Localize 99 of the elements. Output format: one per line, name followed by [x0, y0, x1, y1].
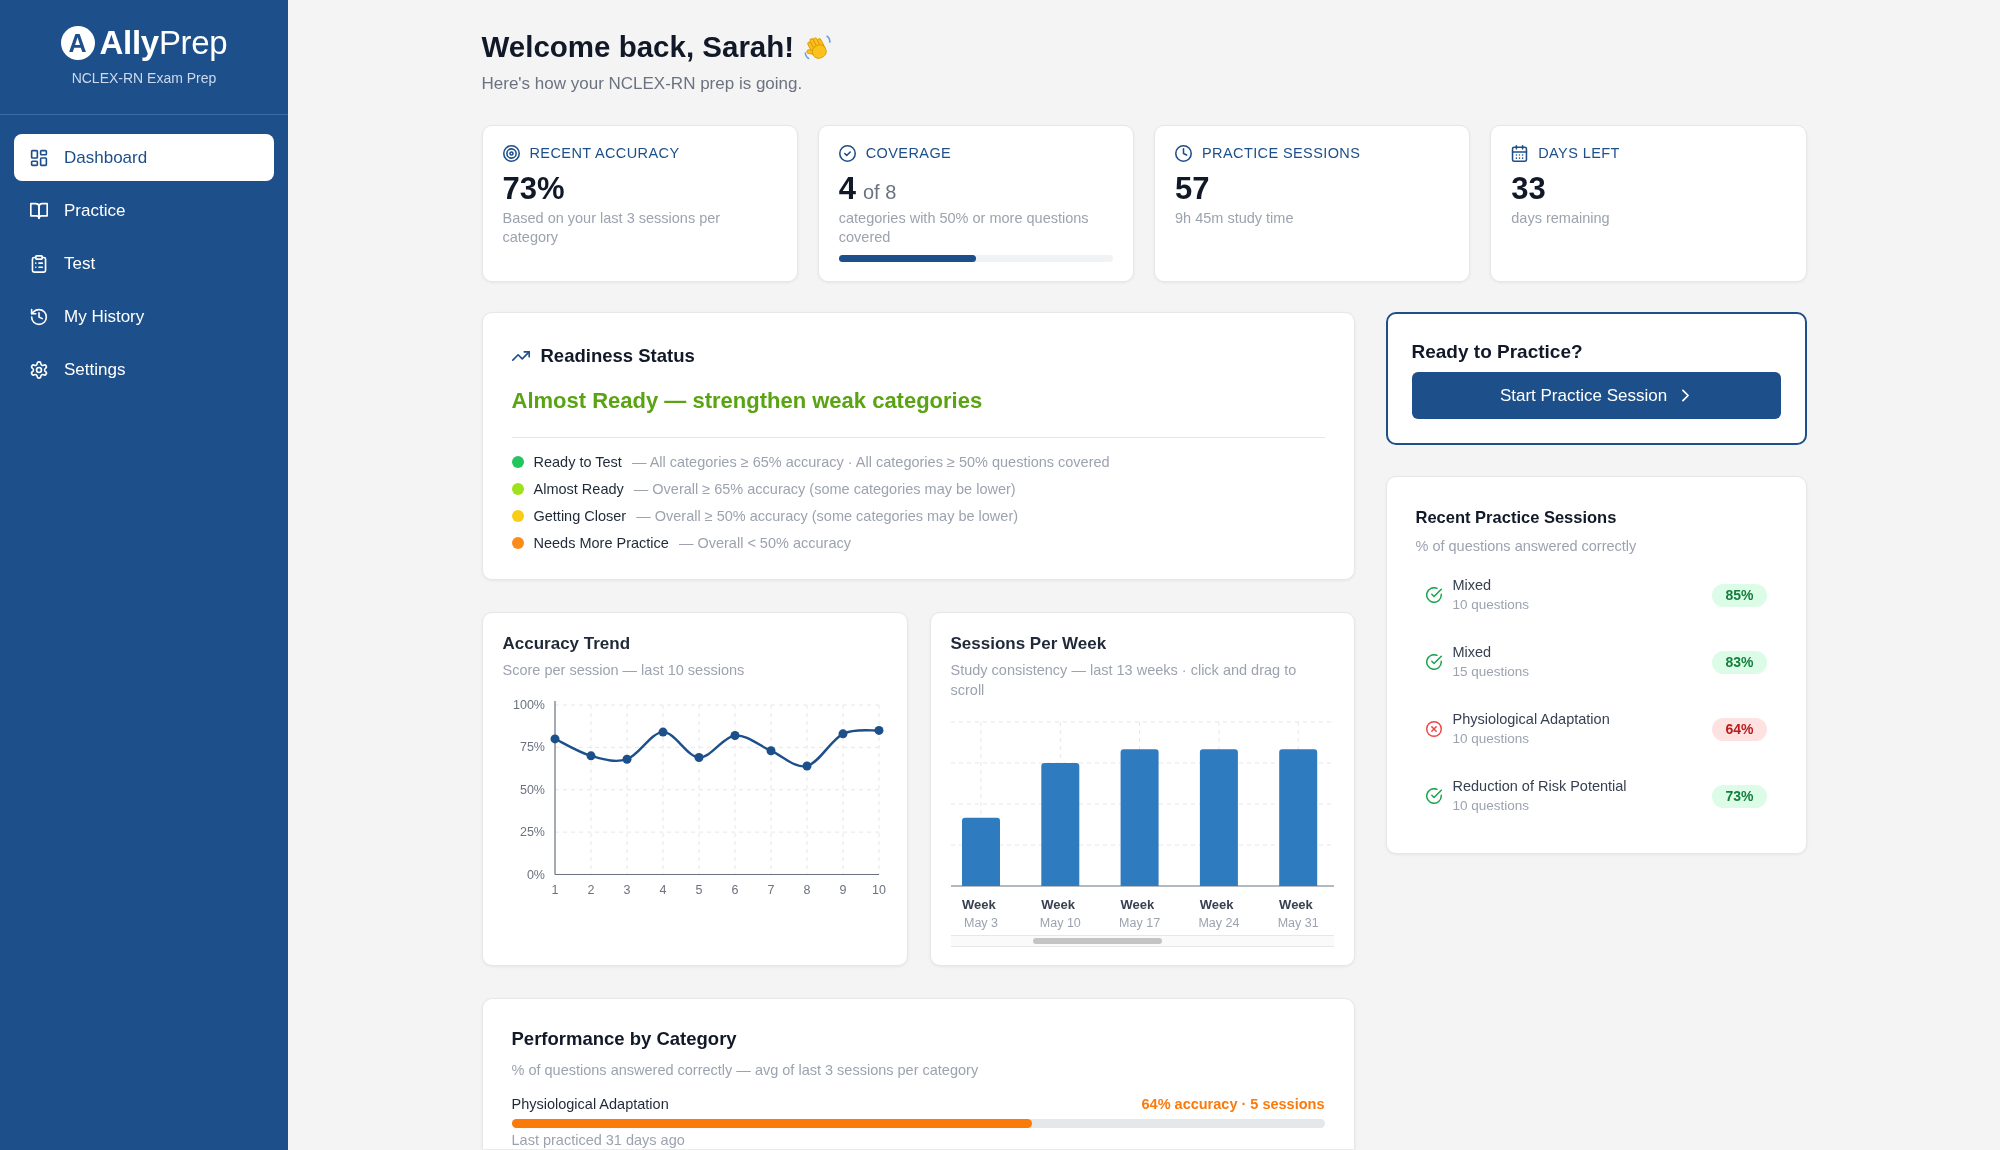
stat-label: PRACTICE SESSIONS: [1202, 144, 1361, 163]
legend-description: — All categories ≥ 65% accuracy · All categories ≥ 50% questions covered: [631, 453, 1110, 470]
axis-label: 10: [871, 882, 886, 897]
axis-label: 8: [803, 882, 810, 897]
logo-wordmark: AllyPrep: [99, 25, 228, 61]
data-point: [766, 746, 775, 756]
category-accuracy: 64% accuracy · 5 sessions: [1141, 1096, 1325, 1112]
legend-label: Getting Closer: [533, 507, 627, 524]
category-name: Physiological Adaptation: [511, 1096, 669, 1112]
card-subtitle: Study consistency — last 13 weeks · click and drag to scroll: [950, 661, 1298, 700]
axis-label: 4: [659, 882, 666, 897]
axis-label: Week May 31: [1277, 897, 1319, 930]
session-name: Reduction of Risk Potential: [1452, 777, 1628, 796]
stat-note: days remaining: [1511, 209, 1611, 228]
score-badge: 64%: [1712, 717, 1767, 741]
axis-label: 3: [623, 882, 630, 897]
score-badge: 83%: [1712, 650, 1767, 674]
session-question-count: 15 questions: [1452, 663, 1531, 681]
axis-label: 1: [551, 882, 558, 897]
stat-note: 9h 45m study time: [1175, 209, 1295, 228]
axis-label: Week May 3: [961, 897, 998, 930]
stat-label: COVERAGE: [865, 144, 952, 163]
axis-label: 0%: [526, 867, 545, 882]
stat-note: Based on your last 3 sessions per category: [502, 209, 722, 247]
legend-label: Needs More Practice: [533, 534, 669, 551]
axis-label: 6: [731, 882, 738, 897]
card-subtitle: % of questions answered correctly — avg of last 3 sessions per category: [511, 1061, 980, 1080]
sidebar-nav-item[interactable]: Practice: [14, 187, 274, 234]
stat-label: DAYS LEFT: [1538, 144, 1620, 163]
stat-value: 4: [838, 172, 856, 206]
data-point: [730, 731, 739, 740]
data-point: [622, 754, 631, 764]
axis-label: 7: [767, 882, 774, 897]
bar: [961, 817, 1000, 886]
axis-label: 25%: [519, 825, 545, 840]
sidebar-nav-item[interactable]: Settings: [14, 346, 274, 393]
history-icon: [30, 307, 48, 326]
card-title: Ready to Practice?: [1411, 340, 1584, 364]
axis-label: 2: [587, 882, 594, 897]
axis-label: 50%: [519, 782, 545, 797]
session-question-count: 10 questions: [1452, 730, 1531, 748]
axis-label: Week May 17: [1118, 897, 1160, 930]
card-title: Performance by Category: [511, 1027, 738, 1051]
app-tagline: NCLEX-RN Exam Prep: [71, 69, 217, 87]
stat-value: 73%: [502, 172, 565, 206]
stat-note: categories with 50% or more questions covered: [838, 209, 1090, 247]
stat-value-suffix: of 8: [863, 180, 897, 205]
legend-description: — Overall < 50% accuracy: [678, 534, 851, 551]
legend-label: Almost Ready: [533, 480, 624, 497]
legend-label: Ready to Test: [533, 453, 622, 470]
start-practice-button[interactable]: Start Practice Session: [1411, 372, 1781, 419]
stat-value: 33: [1511, 172, 1546, 206]
calendar-icon: [1511, 144, 1529, 162]
data-point: [658, 727, 667, 737]
card-subtitle: % of questions answered correctly: [1415, 537, 1638, 556]
clock-icon: [1175, 144, 1192, 162]
stat-value: 57: [1175, 172, 1210, 206]
session-name: Mixed: [1452, 643, 1493, 662]
readiness-headline: Almost Ready — strengthen weak categories: [511, 387, 984, 415]
card-title: Sessions Per Week: [950, 633, 1108, 655]
data-point: [838, 729, 847, 739]
sidebar-nav-item[interactable]: Dashboard: [14, 134, 274, 181]
logo-mark: A: [60, 26, 95, 60]
session-question-count: 10 questions: [1452, 797, 1531, 815]
axis-label: 75%: [519, 740, 545, 755]
data-point: [874, 725, 883, 735]
axis-label: 9: [839, 882, 846, 897]
last-practiced-text: Last practiced 31 days ago: [511, 1132, 686, 1148]
data-point: [694, 753, 703, 763]
session-name: Physiological Adaptation: [1452, 710, 1611, 729]
data-point: [586, 751, 595, 761]
clipboard-icon: [30, 254, 48, 273]
session-name: Mixed: [1452, 576, 1493, 595]
card-title: Recent Practice Sessions: [1415, 507, 1618, 528]
page-title: Welcome back, Sarah!: [481, 29, 795, 65]
card-subtitle: Score per session — last 10 sessions: [502, 661, 746, 680]
legend-description: — Overall ≥ 50% accuracy (some categories may be lower): [636, 507, 1019, 524]
scrollbar-thumb[interactable]: [1032, 938, 1162, 944]
score-badge: 85%: [1712, 583, 1767, 607]
card-title: Readiness Status: [540, 344, 695, 368]
axis-label: Week May 10: [1039, 897, 1081, 930]
stat-label: RECENT ACCURACY: [529, 144, 680, 163]
sidebar-nav-item[interactable]: My History: [14, 293, 274, 340]
card-title: Accuracy Trend: [502, 633, 632, 655]
check-circle-icon: [838, 144, 856, 162]
legend-description: — Overall ≥ 65% accuracy (some categories may be lower): [633, 480, 1016, 497]
settings-icon: [30, 360, 48, 379]
axis-label: 5: [695, 882, 702, 897]
axis-label: 100%: [512, 698, 545, 712]
grid-icon: [30, 148, 48, 167]
axis-label: Week May 24: [1197, 897, 1239, 930]
book-icon: [30, 201, 48, 220]
session-question-count: 10 questions: [1452, 596, 1531, 614]
data-point: [550, 734, 559, 744]
score-badge: 73%: [1712, 784, 1767, 808]
sidebar-nav-item[interactable]: Test: [14, 240, 274, 287]
target-icon: [502, 144, 520, 162]
data-point: [802, 761, 811, 771]
page-subtitle: Here's how your NCLEX-RN prep is going.: [481, 73, 804, 95]
